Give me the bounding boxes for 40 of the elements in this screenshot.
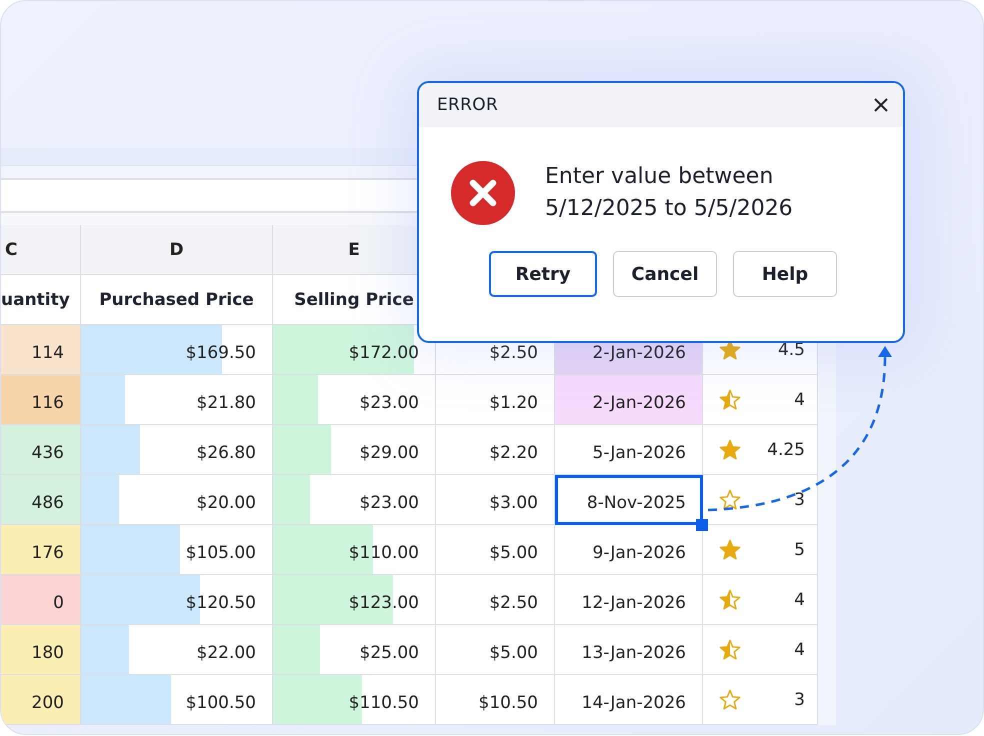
table-cell: $110.00: [348, 542, 419, 562]
table-cell: 3: [794, 690, 805, 710]
table-cell: $20.00: [196, 492, 256, 512]
dialog-title: ERROR: [437, 95, 498, 115]
table-cell: 4: [794, 640, 805, 660]
error-message: Enter value between 5/12/2025 to 5/5/2026: [545, 163, 794, 223]
table-cell: 4: [794, 590, 805, 610]
table-cell: $169.50: [186, 342, 256, 362]
table-cell: $110.50: [348, 692, 419, 712]
table-cell: 4.5: [778, 340, 805, 360]
table-cell: 5: [794, 540, 805, 560]
table-cell: $10.50: [436, 675, 555, 725]
table-cell: $22.00: [196, 642, 256, 662]
table-cell: $120.50: [186, 592, 256, 612]
table-cell: $5.00: [436, 625, 555, 675]
table-cell: $5.00: [436, 525, 555, 575]
table-cell: $3.00: [436, 475, 555, 525]
table-cell: 4: [794, 390, 805, 410]
table-cell: 114: [1, 325, 81, 375]
table-cell: $23.00: [360, 492, 419, 512]
table-cell: $23.00: [360, 392, 419, 412]
table-cell: 3: [794, 490, 805, 510]
table-cell: 0: [1, 575, 81, 625]
table-cell: 436: [1, 425, 81, 475]
table-cell: $172.00: [348, 342, 419, 362]
table-cell: $29.00: [360, 442, 419, 462]
table-cell: $100.50: [186, 692, 256, 712]
table-cell: $25.00: [360, 642, 419, 662]
table-cell: 4.25: [767, 440, 805, 460]
table-cell: $2.50: [436, 575, 555, 625]
table-cell: $123.00: [348, 592, 419, 612]
table-cell: $2.20: [436, 425, 555, 475]
table-cell: 116: [1, 375, 81, 425]
table-cell: 200: [1, 675, 81, 725]
table-cell: 180: [1, 625, 81, 675]
table-cell: $105.00: [186, 542, 256, 562]
table-cell: 176: [1, 525, 81, 575]
table-cell: 486: [1, 475, 81, 525]
table-cell: $26.80: [196, 442, 256, 462]
table-cell: $21.80: [196, 392, 256, 412]
